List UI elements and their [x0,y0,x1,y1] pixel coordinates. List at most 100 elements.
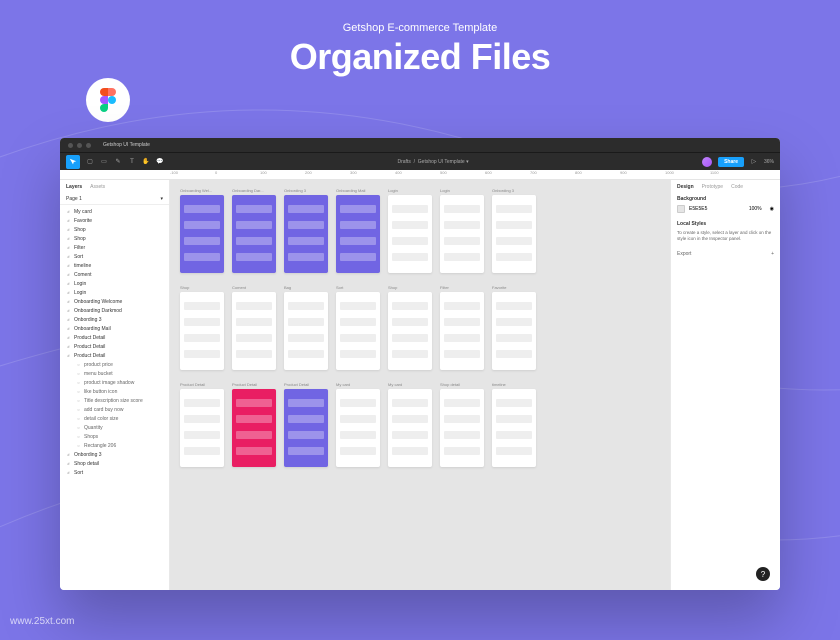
artboard-frame[interactable]: Favorite [492,285,536,370]
layer-item[interactable]: ○like button icon [60,387,169,396]
layers-panel: Layers Assets Page 1 ▾ #My card#Favorite… [60,180,170,590]
tab-prototype[interactable]: Prototype [702,184,723,190]
layer-item[interactable]: ○Quantity [60,423,169,432]
artboard-frame[interactable]: Onbording 3 [492,188,536,273]
artboard-frame[interactable]: Onboarding Dar... [232,188,276,273]
window-tab[interactable]: Getshop UI Template [103,142,150,148]
artboard-frame[interactable]: Shop [180,285,224,370]
layer-child-icon: ○ [76,389,81,394]
artboard-frame[interactable]: Onboarding Mail [336,188,380,273]
artboard-frame[interactable]: Product Detail [284,382,328,467]
layer-item[interactable]: #Sort [60,468,169,477]
layer-item[interactable]: ○Shops [60,432,169,441]
artboard-frame[interactable]: timeline [492,382,536,467]
artboard-frame[interactable]: Coment [232,285,276,370]
artboard-frame[interactable]: My card [388,382,432,467]
traffic-light-min[interactable] [77,143,82,148]
layer-item[interactable]: #Shop [60,225,169,234]
tab-code[interactable]: Code [731,184,743,190]
avatar[interactable] [702,157,712,167]
layer-item[interactable]: #Product Detail [60,333,169,342]
layer-item[interactable]: ○product price [60,360,169,369]
plus-icon[interactable]: + [771,251,774,257]
bg-opacity[interactable]: 100% [749,206,762,212]
artboard-frame[interactable]: Login [440,188,484,273]
local-styles-hint: To create a style, select a layer and cl… [677,230,774,243]
layer-item[interactable]: #My card [60,207,169,216]
ruler-tick: 800 [575,170,620,179]
artboard-frame[interactable]: Bag [284,285,328,370]
background-label: Background [677,196,774,202]
pen-tool-icon[interactable]: ✎ [114,158,122,166]
layer-item[interactable]: #Login [60,288,169,297]
canvas[interactable]: Onboarding Wel...Onboarding Dar...Onbord… [170,180,670,590]
artboard-frame[interactable]: Onbording 3 [284,188,328,273]
layer-label: Onboarding Mail [74,326,111,332]
bg-value[interactable]: E5E5E5 [689,206,707,212]
layer-item[interactable]: ○Rectangle 206 [60,441,169,450]
tab-layers[interactable]: Layers [66,184,82,190]
artboard-frame[interactable]: Sort [336,285,380,370]
chevron-down-icon: ▾ [466,159,469,165]
layer-item[interactable]: ○product image shadow [60,378,169,387]
export-label[interactable]: Export [677,251,691,257]
frame-label: My card [388,382,432,387]
frame-label: Onboarding Mail [336,188,380,193]
frame-icon: # [66,254,71,259]
layer-item[interactable]: #Coment [60,270,169,279]
page-selector[interactable]: Page 1 ▾ [60,194,169,205]
layer-item[interactable]: ○add card buy now [60,405,169,414]
layer-item[interactable]: #Sort [60,252,169,261]
layer-item[interactable]: #Filter [60,243,169,252]
layer-item[interactable]: #Onbording 3 [60,450,169,459]
layer-item[interactable]: #Onboarding Darkmod [60,306,169,315]
artboard-frame[interactable]: My card [336,382,380,467]
visibility-icon[interactable]: ◉ [770,206,774,212]
artboard-frame[interactable]: Product Detail [232,382,276,467]
layer-item[interactable]: #timeline [60,261,169,270]
bg-swatch[interactable] [677,205,685,213]
layer-item[interactable]: ○detail color size [60,414,169,423]
artboard-frame[interactable]: Shop detail [440,382,484,467]
artboard-frame[interactable]: Product Detail [180,382,224,467]
share-button[interactable]: Share [718,157,744,167]
artboard-frame[interactable]: Login [388,188,432,273]
tab-design[interactable]: Design [677,184,694,190]
layer-item[interactable]: #Product Detail [60,351,169,360]
breadcrumb[interactable]: Drafts / Getshop UI Template ▾ [164,159,702,165]
shape-tool-icon[interactable]: ▭ [100,158,108,166]
layer-item[interactable]: #Favorite [60,216,169,225]
zoom-level[interactable]: 36% [764,159,774,165]
ruler-tick: 500 [440,170,485,179]
tab-assets[interactable]: Assets [90,184,105,190]
frame-tool-icon[interactable]: ▢ [86,158,94,166]
artboard-frame[interactable]: Shop [388,285,432,370]
present-icon[interactable]: ▷ [750,158,758,166]
hand-tool-icon[interactable]: ✋ [142,158,150,166]
frame-icon: # [66,470,71,475]
layer-item[interactable]: #Onbording 3 [60,315,169,324]
artboard-frame[interactable]: Onboarding Wel... [180,188,224,273]
layer-item[interactable]: #Shop [60,234,169,243]
layer-child-icon: ○ [76,398,81,403]
frame-icon: # [66,461,71,466]
layer-child-icon: ○ [76,425,81,430]
layer-item[interactable]: ○Title description size score [60,396,169,405]
text-tool-icon[interactable]: T [128,158,136,166]
ruler-tick: 100 [260,170,305,179]
move-tool[interactable] [66,155,80,169]
frame-icon: # [66,263,71,268]
artboard-frame[interactable]: Filter [440,285,484,370]
layer-child-icon: ○ [76,407,81,412]
help-button[interactable]: ? [756,567,770,581]
layer-item[interactable]: #Onboarding Mail [60,324,169,333]
traffic-light-max[interactable] [86,143,91,148]
layer-item[interactable]: #Onboarding Welcome [60,297,169,306]
layer-item[interactable]: #Product Detail [60,342,169,351]
layer-item[interactable]: ○menu bucket [60,369,169,378]
comment-tool-icon[interactable]: 💬 [156,158,164,166]
frame-icon: # [66,281,71,286]
layer-item[interactable]: #Shop detail [60,459,169,468]
layer-item[interactable]: #Login [60,279,169,288]
traffic-light-close[interactable] [68,143,73,148]
